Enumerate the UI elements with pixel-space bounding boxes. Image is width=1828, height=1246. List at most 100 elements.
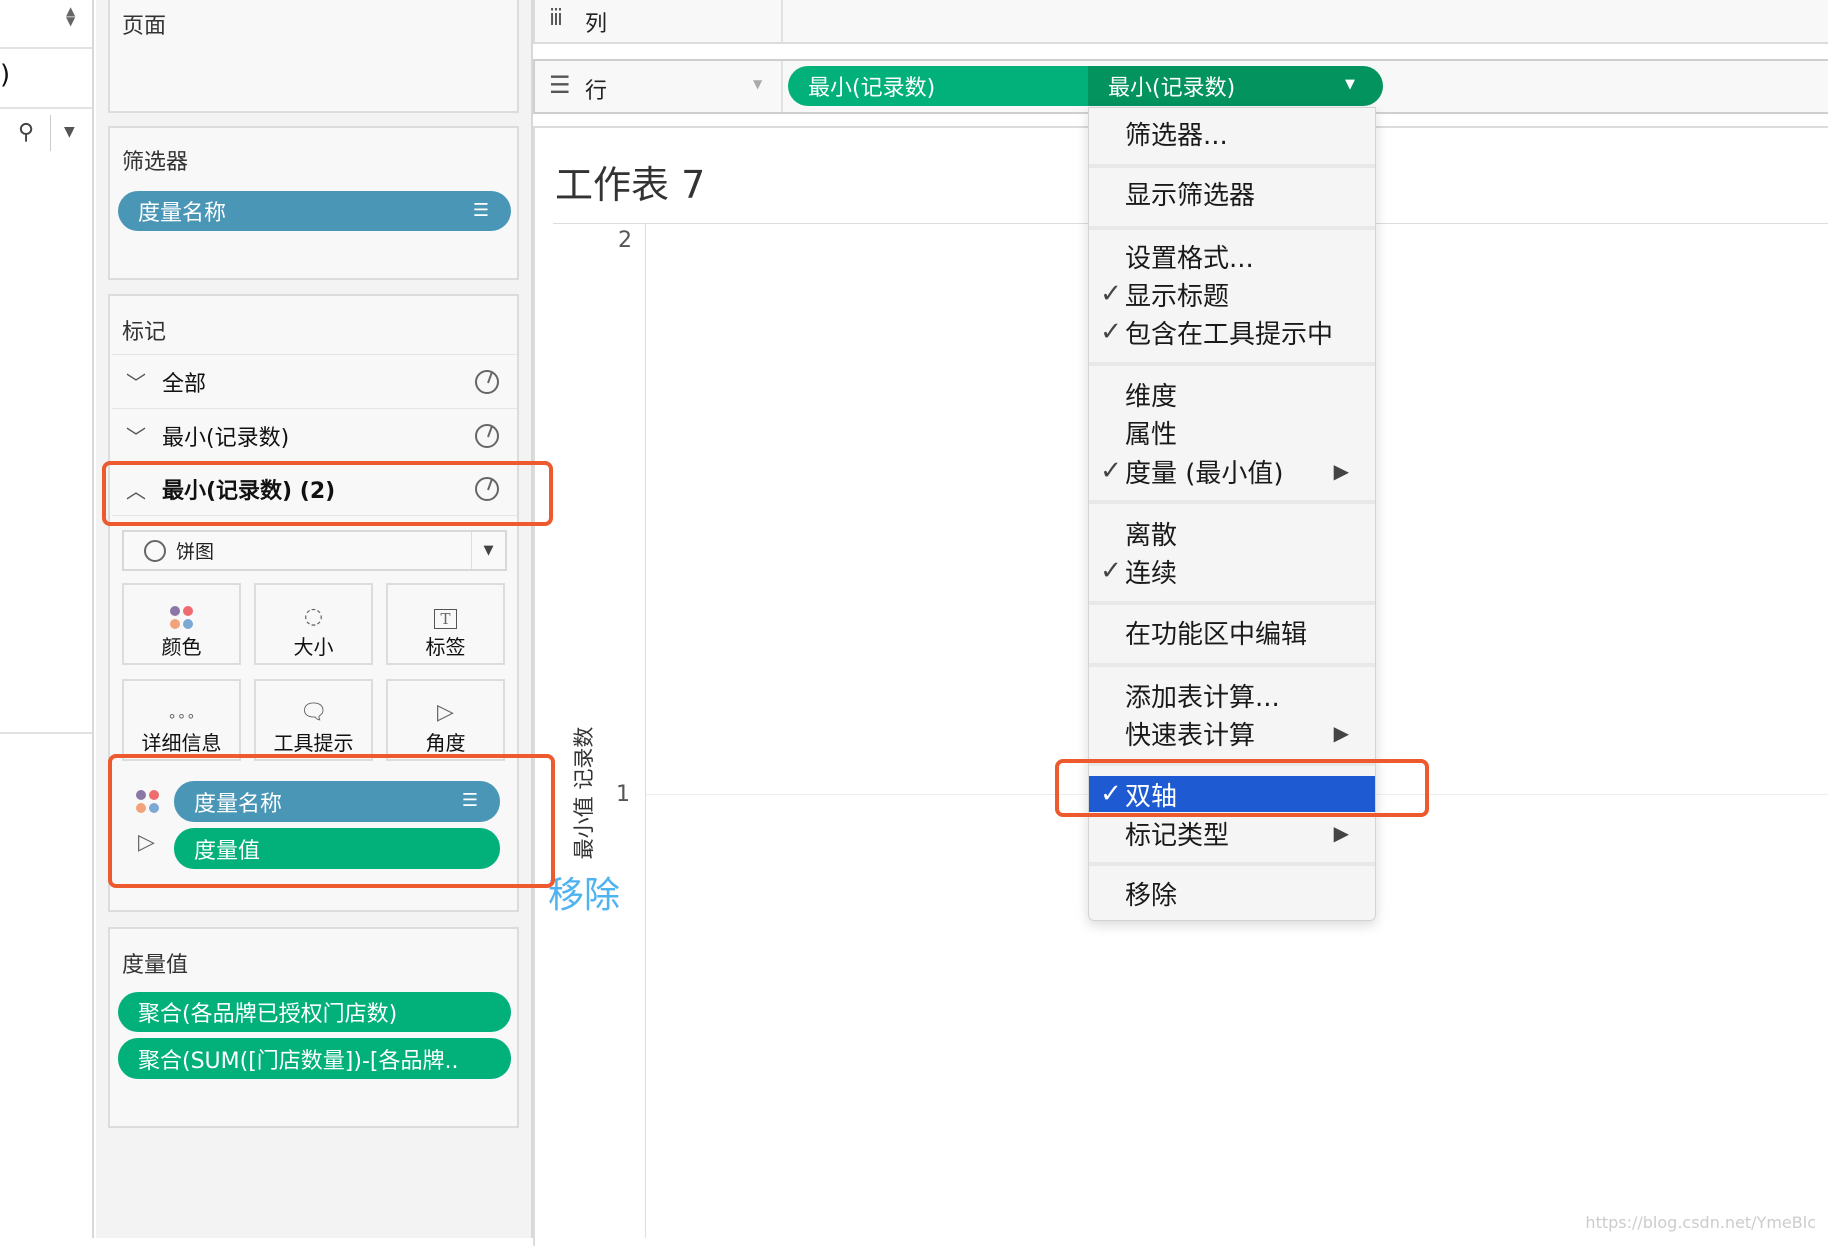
measure-value-pill[interactable]: 聚合(各品牌已授权门店数) [118,992,511,1032]
menu-item-attribute[interactable]: 属性 [1089,413,1375,451]
pie-icon [475,423,499,448]
tooltip-button[interactable]: 🗨 工具提示 [254,679,373,761]
divider [50,115,51,151]
menu-separator [1089,362,1375,366]
annotation-box-mark-pills [108,754,555,888]
color-button[interactable]: 颜色 [122,583,241,665]
submenu-arrow-icon: ▶ [1333,459,1349,483]
menu-item-measure-min[interactable]: ✓ 度量 (最小值) ▶ [1089,452,1375,490]
y-tick-label: 1 [616,782,630,807]
columns-shelf[interactable]: ⅲ 列 [533,0,1828,44]
pages-title: 页面 [122,14,167,39]
menu-separator [1089,226,1375,230]
angle-icon: ▷ [437,700,454,725]
pill-label: 度量名称 [138,201,227,226]
pie-icon [475,369,499,394]
dropdown-arrow-icon[interactable]: ▼ [64,124,75,140]
button-label: 大小 [293,635,334,659]
checkmark-icon: ✓ [1100,279,1122,309]
rows-icon: ☰ [549,71,571,99]
menu-item-add-table-calc[interactable]: 添加表计算... [1089,676,1375,714]
button-label: 详细信息 [141,731,222,755]
y-axis-title[interactable]: 最小值 记录数 [568,727,598,860]
divider [0,107,92,109]
mark-type-label: 饼图 [176,541,215,563]
pie-icon [144,539,166,562]
pill-label: 最小(记录数) [1108,76,1236,101]
tooltip-icon: 🗨 [299,700,328,725]
row-pill-min-records-2[interactable]: 最小(记录数) ▼ [1088,66,1383,106]
button-label: 标签 [425,635,466,659]
remove-drag-hint: 移除 [548,875,621,916]
angle-button[interactable]: ▷ 角度 [386,679,505,761]
detail-button[interactable]: ∘∘∘ 详细信息 [122,679,241,761]
size-button[interactable]: ◌ 大小 [254,583,373,665]
measure-value-pill[interactable]: 聚合(SUM([门店数量])-[各品牌.. [118,1038,511,1079]
menu-separator [1089,164,1375,168]
label-button[interactable]: T 标签 [386,583,505,665]
menu-item-discrete[interactable]: 离散 [1089,514,1375,552]
dropdown-arrow-icon: ▼ [1345,77,1355,92]
search-icon[interactable]: ⚲ [18,120,34,145]
menu-item-quick-table-calc[interactable]: 快速表计算 ▶ [1089,714,1375,752]
text-label-icon: T [434,609,457,629]
data-pane-strip: ▲ ▼ ) ⚲ ▼ [0,0,94,1238]
submenu-arrow-icon: ▶ [1333,821,1349,845]
field-fragment: ) [0,60,11,90]
row-pill-min-records[interactable]: 最小(记录数) [788,66,1088,106]
chevron-down-icon: ﹀ [126,371,146,395]
menu-item-edit-in-shelf[interactable]: 在功能区中编辑 [1089,613,1375,651]
menu-item-remove[interactable]: 移除 [1089,874,1375,912]
menu-separator [1089,862,1375,866]
menu-separator [1089,500,1375,504]
mark-type-select[interactable]: 饼图 ▼ [122,530,507,571]
menu-item-continuous[interactable]: ✓ 连续 [1089,552,1375,590]
checkmark-icon: ✓ [1100,317,1122,347]
columns-label: 列 [585,12,608,37]
pill-label: 最小(记录数) [808,76,936,101]
marks-row-all[interactable]: ﹀ 全部 [112,354,517,408]
divider [0,47,92,49]
sheet-title: 工作表 7 [555,163,706,207]
color-dots-icon [170,606,193,629]
annotation-box-marks-row [102,461,553,526]
menu-separator [1089,663,1375,667]
y-axis-line [645,224,646,1238]
row-label: 最小(记录数) [162,425,290,451]
filter-pill-measure-names[interactable]: 度量名称 ☰ [118,191,511,231]
submenu-arrow-icon: ▶ [1333,721,1349,745]
filter-list-icon: ☰ [472,200,489,221]
rows-label: 行 [585,79,608,104]
menu-item-mark-type[interactable]: 标记类型 ▶ [1089,814,1375,852]
measure-values-title: 度量值 [122,953,189,978]
menu-item-show-header[interactable]: ✓ 显示标题 [1089,275,1375,313]
measure-values-card: 度量值 聚合(各品牌已授权门店数) 聚合(SUM([门店数量])-[各品牌.. [108,927,519,1128]
annotation-box-dual-axis [1055,759,1429,817]
menu-item-format[interactable]: 设置格式... [1089,237,1375,275]
menu-separator [1089,601,1375,605]
button-label: 颜色 [161,635,202,659]
rows-shelf-header: ☰ 行 ▼ [535,61,783,112]
sort-updown-icon[interactable]: ▲ ▼ [66,5,75,27]
dropdown-arrow-icon: ▼ [471,532,505,569]
menu-item-include-in-tooltip[interactable]: ✓ 包含在工具提示中 [1089,313,1375,351]
menu-item-show-filter[interactable]: 显示筛选器 [1089,174,1375,212]
button-label: 工具提示 [273,731,354,755]
y-tick-label: 2 [618,228,632,253]
menu-item-dimension[interactable]: 维度 [1089,375,1375,413]
pill-label: 聚合(SUM([门店数量])-[各品牌.. [138,1048,459,1074]
columns-shelf-header: ⅲ 列 [535,0,783,42]
marks-row-min-records[interactable]: ﹀ 最小(记录数) [112,408,517,462]
detail-dots-icon: ∘∘∘ [167,707,196,725]
chevron-down-icon: ﹀ [126,425,146,449]
checkmark-icon: ✓ [1100,556,1122,586]
pages-card: 页面 [108,0,519,113]
pill-label: 聚合(各品牌已授权门店数) [138,1002,398,1027]
watermark: https://blog.csdn.net/YmeBlc [1585,1213,1816,1232]
menu-item-filter[interactable]: 筛选器... [1089,114,1375,152]
size-icon: ◌ [303,604,324,629]
row-label: 全部 [162,371,207,397]
columns-icon: ⅲ [549,6,563,31]
dropdown-arrow-icon[interactable]: ▼ [753,77,762,91]
button-label: 角度 [425,731,466,755]
